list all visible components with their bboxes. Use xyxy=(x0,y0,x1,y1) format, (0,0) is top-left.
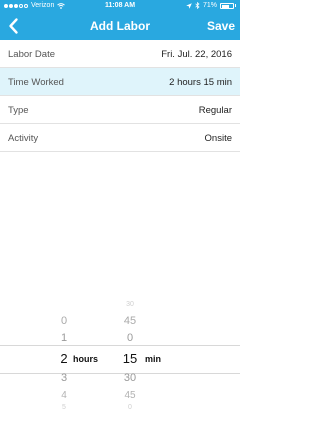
minutes-selected[interactable]: 15 xyxy=(116,351,144,366)
minutes-option[interactable]: 45 xyxy=(116,390,144,401)
picker-selection-top-line xyxy=(0,345,240,346)
activity-value: Onsite xyxy=(204,133,232,144)
minutes-unit-label: min xyxy=(145,354,162,364)
minutes-option[interactable]: 30 xyxy=(116,372,144,384)
hours-unit-label: hours xyxy=(73,354,99,364)
time-worked-value: 2 hours 15 min xyxy=(169,77,232,88)
activity-row[interactable]: Activity Onsite xyxy=(0,124,240,152)
time-picker[interactable]: 0 1 2 3 4 5 hours 30 45 0 15 30 45 0 min xyxy=(0,295,240,427)
type-row[interactable]: Type Regular xyxy=(0,96,240,124)
page-title: Add Labor xyxy=(90,19,150,33)
header-bar: Verizon 11:08 AM 71% Add Labor Save xyxy=(0,0,240,40)
labor-date-row[interactable]: Labor Date Fri. Jul. 22, 2016 xyxy=(0,40,240,68)
status-bar: Verizon 11:08 AM 71% xyxy=(0,0,240,11)
location-arrow-icon xyxy=(186,2,192,9)
activity-label: Activity xyxy=(8,133,39,144)
labor-date-label: Labor Date xyxy=(8,49,56,60)
save-button[interactable]: Save xyxy=(207,19,235,33)
minutes-option[interactable]: 0 xyxy=(116,332,144,344)
hours-option[interactable]: 1 xyxy=(50,332,78,344)
minutes-option[interactable]: 45 xyxy=(116,315,144,327)
labor-date-value: Fri. Jul. 22, 2016 xyxy=(161,49,232,60)
time-worked-row[interactable]: Time Worked 2 hours 15 min xyxy=(0,68,240,96)
minutes-option[interactable]: 0 xyxy=(116,404,144,411)
battery-icon xyxy=(220,2,234,9)
battery-level xyxy=(222,4,230,8)
minutes-option[interactable]: 30 xyxy=(116,301,144,308)
status-right: 71% xyxy=(186,0,236,11)
hours-option[interactable]: 3 xyxy=(50,372,78,384)
battery-cap xyxy=(235,4,236,7)
hours-option[interactable]: 0 xyxy=(50,315,78,327)
nav-bar: Add Labor Save xyxy=(0,13,240,40)
battery-percent: 71% xyxy=(202,2,217,9)
hours-option[interactable]: 5 xyxy=(50,404,78,411)
type-label: Type xyxy=(8,105,29,116)
bluetooth-icon xyxy=(195,2,200,9)
time-worked-label: Time Worked xyxy=(8,77,64,88)
type-value: Regular xyxy=(198,105,232,116)
hours-option[interactable]: 4 xyxy=(50,390,78,401)
